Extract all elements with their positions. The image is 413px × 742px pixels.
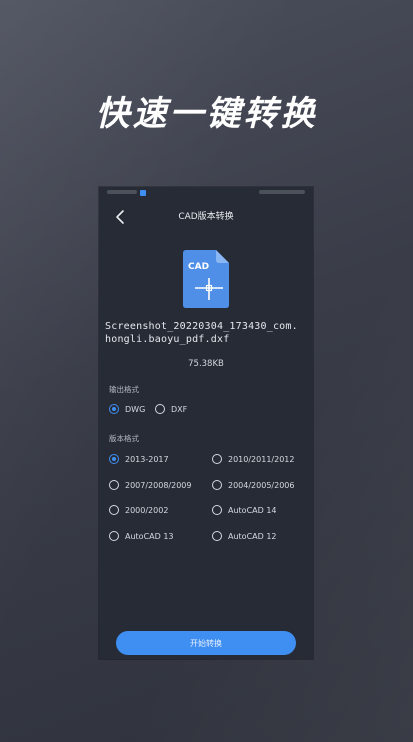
version-option-2013-2017[interactable]: 2013-2017 [109,454,169,464]
notification-icon [140,190,146,196]
version-option-label: 2013-2017 [125,454,169,464]
cad-file-icon: CAD [183,250,229,308]
version-option-label: 2000/2002 [125,505,169,515]
radio-unchecked-icon [212,531,222,541]
radio-unchecked-icon [212,454,222,464]
phone-screen: CAD版本转换 CAD Screenshot_20220304_173430_c… [99,187,313,659]
file-size: 75.38KB [188,359,224,369]
version-option-label: 2010/2011/2012 [228,454,295,464]
format-option-label: DXF [171,404,188,414]
version-option-2007-2009[interactable]: 2007/2008/2009 [109,480,191,490]
status-bar-indicators [259,190,305,194]
radio-unchecked-icon [109,505,119,515]
promo-headline: 快速一键转换 [95,94,318,134]
version-option-autocad-13[interactable]: AutoCAD 13 [109,531,174,541]
radio-checked-icon [109,454,119,464]
format-option-dwg[interactable]: DWG [109,404,145,414]
version-option-label: AutoCAD 12 [228,531,277,541]
version-option-2010-2012[interactable]: 2010/2011/2012 [212,454,294,464]
version-option-label: AutoCAD 14 [228,505,277,515]
radio-unchecked-icon [212,480,222,490]
file-name: Screenshot_20220304_173430_com. hongli.b… [105,321,298,345]
version-option-2004-2006[interactable]: 2004/2005/2006 [212,480,294,490]
version-option-label: 2004/2005/2006 [228,480,295,490]
version-option-label: AutoCAD 13 [125,531,174,541]
radio-unchecked-icon [109,531,119,541]
output-format-label: 输出格式 [109,385,139,394]
version-option-autocad-14[interactable]: AutoCAD 14 [212,505,277,515]
page-title: CAD版本转换 [178,212,234,222]
status-bar [99,187,313,199]
version-option-autocad-12[interactable]: AutoCAD 12 [212,531,277,541]
version-option-label: 2007/2008/2009 [125,480,192,490]
cad-icon-label: CAD [188,262,209,272]
radio-unchecked-icon [109,480,119,490]
radio-unchecked-icon [155,404,165,414]
format-option-label: DWG [125,404,146,414]
start-convert-button[interactable]: 开始转换 [116,631,296,655]
version-option-2000-2002[interactable]: 2000/2002 [109,505,168,515]
format-option-dxf[interactable]: DXF [155,404,187,414]
radio-unchecked-icon [212,505,222,515]
status-bar-time [107,190,137,194]
radio-checked-icon [109,404,119,414]
version-format-label: 版本格式 [109,434,139,443]
